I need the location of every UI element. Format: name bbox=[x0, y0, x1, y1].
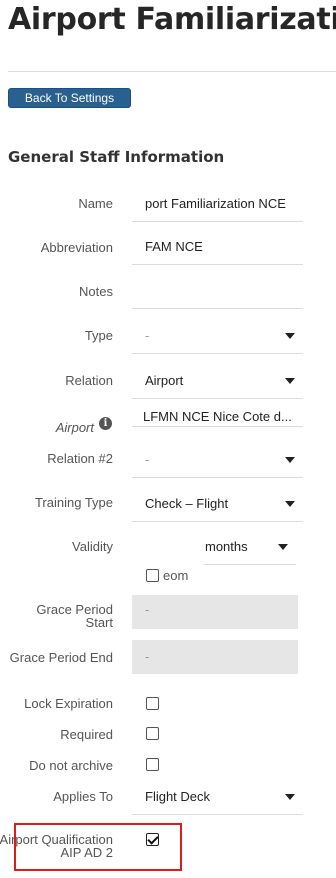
abbreviation-input[interactable]: FAM NCE bbox=[132, 229, 303, 265]
name-input[interactable]: port Familiarization NCE bbox=[132, 186, 303, 222]
chevron-down-icon bbox=[285, 794, 295, 800]
airport-qualification-checkbox[interactable] bbox=[146, 833, 159, 846]
grace-start-label: Grace Period Start bbox=[36, 602, 113, 630]
applies-to-select[interactable]: Flight Deck bbox=[132, 779, 303, 815]
relation2-select[interactable]: - bbox=[132, 442, 303, 478]
relation-select-value: Airport bbox=[145, 373, 184, 388]
relation-select[interactable]: Airport bbox=[132, 363, 303, 399]
type-select-value: - bbox=[145, 328, 150, 343]
relation2-select-value: - bbox=[145, 452, 150, 467]
relation2-label: Relation #2 bbox=[47, 451, 113, 466]
training-type-label: Training Type bbox=[34, 495, 113, 510]
grace-end-label: Grace Period End bbox=[9, 650, 113, 665]
grace-start-input[interactable]: - bbox=[132, 595, 298, 629]
validity-label: Validity bbox=[72, 539, 113, 554]
grace-end-input[interactable]: - bbox=[132, 640, 298, 674]
lock-expiration-checkbox[interactable] bbox=[146, 697, 159, 710]
eom-label: eom bbox=[163, 568, 189, 583]
airport-label: Airport bbox=[55, 420, 94, 435]
section-title: General Staff Information bbox=[8, 148, 225, 166]
chevron-down-icon bbox=[285, 501, 295, 507]
chevron-down-icon bbox=[285, 333, 295, 339]
type-label: Type bbox=[84, 328, 113, 343]
airport-input[interactable]: LFMN NCE Nice Cote d... bbox=[132, 399, 303, 427]
back-to-settings-button[interactable]: Back To Settings bbox=[8, 88, 131, 108]
info-icon[interactable]: i bbox=[99, 417, 112, 430]
required-label: Required bbox=[60, 727, 113, 742]
settings-page: Airport Familiarization Back To Settings… bbox=[0, 0, 336, 878]
required-checkbox[interactable] bbox=[146, 727, 159, 740]
abbreviation-label: Abbreviation bbox=[40, 240, 113, 255]
applies-to-label: Applies To bbox=[53, 789, 113, 804]
do-not-archive-label: Do not archive bbox=[29, 758, 113, 773]
validity-unit-select[interactable]: months bbox=[203, 529, 296, 565]
do-not-archive-checkbox[interactable] bbox=[146, 758, 159, 771]
name-label: Name bbox=[78, 196, 113, 211]
validity-unit-value: months bbox=[205, 539, 248, 554]
title-divider bbox=[8, 71, 336, 72]
training-type-select-value: Check – Flight bbox=[145, 496, 229, 511]
notes-label: Notes bbox=[79, 284, 113, 299]
page-title: Airport Familiarization bbox=[8, 2, 336, 37]
applies-to-select-value: Flight Deck bbox=[145, 789, 211, 804]
relation-label: Relation bbox=[65, 373, 113, 388]
eom-checkbox[interactable] bbox=[146, 569, 159, 582]
notes-input[interactable] bbox=[132, 273, 303, 309]
type-select[interactable]: - bbox=[132, 318, 303, 354]
training-type-select[interactable]: Check – Flight bbox=[132, 486, 303, 522]
chevron-down-icon bbox=[285, 457, 295, 463]
airport-qualification-label: Airport Qualification AIP AD 2 bbox=[0, 832, 113, 860]
lock-expiration-label: Lock Expiration bbox=[24, 696, 113, 711]
chevron-down-icon bbox=[285, 378, 295, 384]
chevron-down-icon bbox=[278, 544, 288, 550]
